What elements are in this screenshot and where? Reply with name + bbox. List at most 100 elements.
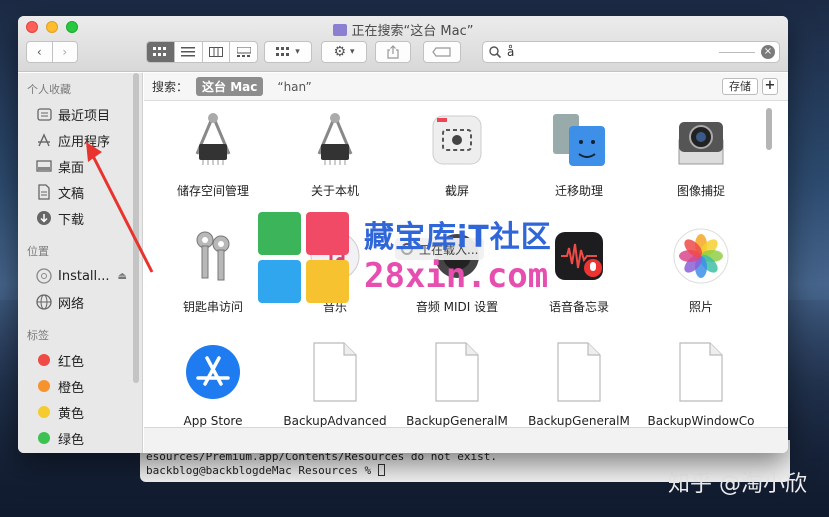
file-item[interactable]: 钥匙串访问 bbox=[152, 218, 274, 334]
sidebar-item-label: 红色 bbox=[58, 354, 85, 370]
save-search-button[interactable]: 存储 bbox=[722, 78, 758, 95]
sidebar-tag-red[interactable]: 红色 bbox=[18, 347, 142, 373]
file-item[interactable]: BackupGeneralM bbox=[396, 334, 518, 427]
file-item[interactable]: 关于本机 bbox=[274, 102, 396, 218]
sidebar-item-label: 黄色 bbox=[58, 406, 85, 422]
sidebar-item-recents[interactable]: 最近项目 bbox=[18, 101, 142, 127]
smart-folder-icon bbox=[332, 24, 347, 36]
search-field[interactable]: å × bbox=[482, 41, 780, 63]
file-item[interactable]: 储存空间管理 bbox=[152, 102, 274, 218]
file-label: 储存空间管理 bbox=[176, 184, 249, 198]
blank-file-icon bbox=[669, 340, 733, 404]
group-by-button[interactable]: ▾ bbox=[264, 41, 312, 63]
tag-dot-icon bbox=[38, 406, 50, 418]
share-button[interactable] bbox=[375, 41, 411, 63]
file-label: 关于本机 bbox=[310, 184, 359, 198]
loading-label: 工在载入... bbox=[419, 242, 479, 257]
sidebar-tag-orange[interactable]: 橙色 bbox=[18, 373, 142, 399]
search-input[interactable]: å bbox=[507, 45, 514, 59]
file-label: 语音备忘录 bbox=[548, 300, 609, 314]
results-grid-area: 储存空间管理 关于本机 截屏 迁移助理 图像捕捉 钥匙串访问 音乐 音频 MID… bbox=[144, 102, 776, 427]
tag-dot-icon bbox=[38, 354, 50, 366]
icon-view-button[interactable] bbox=[147, 42, 175, 62]
sidebar-item-label: 橙色 bbox=[58, 380, 85, 396]
file-label: 迁移助理 bbox=[554, 184, 603, 198]
disk-icon bbox=[36, 268, 52, 284]
storage-management-icon bbox=[181, 108, 245, 172]
file-label: 照片 bbox=[688, 300, 713, 314]
network-icon bbox=[36, 294, 52, 310]
photos-icon bbox=[669, 224, 733, 288]
file-item[interactable]: 截屏 bbox=[396, 102, 518, 218]
file-item[interactable]: 音乐 bbox=[274, 218, 396, 334]
file-item[interactable]: 语音备忘录 bbox=[518, 218, 640, 334]
zhihu-watermark: 知乎 @淘小欣 bbox=[668, 472, 807, 497]
file-label: 图像捕捉 bbox=[676, 184, 725, 198]
file-item[interactable]: 迁移助理 bbox=[518, 102, 640, 218]
about-mac-icon bbox=[303, 108, 367, 172]
gallery-view-icon bbox=[236, 47, 251, 57]
file-item[interactable]: BackupWindowCo bbox=[640, 334, 762, 427]
file-item[interactable]: 图像捕捉 bbox=[640, 102, 762, 218]
list-view-icon bbox=[181, 47, 196, 57]
clock-icon bbox=[36, 106, 52, 122]
gear-icon: ⚙ bbox=[333, 44, 347, 60]
forward-button[interactable]: › bbox=[53, 42, 78, 62]
file-label: BackupGeneralM bbox=[528, 414, 630, 427]
grid-group-icon bbox=[276, 47, 290, 56]
scope-label: 搜索： bbox=[152, 80, 189, 94]
toolbar: ‹ › ▾ ⚙ ▾ å × bbox=[18, 41, 788, 65]
terminal-cursor bbox=[377, 464, 385, 476]
blank-file-icon bbox=[547, 340, 611, 404]
keychain-icon bbox=[181, 224, 245, 288]
nav-buttons: ‹ › bbox=[26, 41, 78, 63]
column-view-button[interactable] bbox=[203, 42, 231, 62]
voice-memos-icon bbox=[547, 224, 611, 288]
download-icon bbox=[36, 210, 52, 226]
sidebar-header-favorites: 个人收藏 bbox=[27, 83, 71, 96]
file-item[interactable]: BackupGeneralM bbox=[518, 334, 640, 427]
blank-file-icon bbox=[425, 340, 489, 404]
desktop-icon bbox=[36, 158, 52, 174]
sidebar-item-network[interactable]: 网络 bbox=[18, 289, 142, 315]
scope-folder-button[interactable]: “han” bbox=[277, 80, 311, 94]
file-item[interactable]: 照片 bbox=[640, 218, 762, 334]
file-label: 音乐 bbox=[322, 300, 347, 314]
file-label: 截屏 bbox=[444, 184, 469, 198]
icon-view-icon bbox=[153, 47, 167, 56]
gallery-view-button[interactable] bbox=[230, 42, 257, 62]
scope-this-mac-button[interactable]: 这台 Mac bbox=[196, 77, 264, 96]
sidebar-tag-blue[interactable]: 蓝色 bbox=[18, 451, 142, 453]
loading-indicator: 工在载入... bbox=[395, 238, 485, 260]
sidebar-tag-yellow[interactable]: 黄色 bbox=[18, 399, 142, 425]
action-button[interactable]: ⚙ ▾ bbox=[321, 41, 367, 63]
blank-file-icon bbox=[303, 340, 367, 404]
chevron-down-icon: ▾ bbox=[350, 47, 355, 57]
file-label: BackupAdvanced bbox=[283, 414, 387, 427]
file-item[interactable]: App Store bbox=[152, 334, 274, 427]
spinner-icon bbox=[401, 243, 413, 255]
content-scrollbar[interactable] bbox=[766, 108, 772, 150]
share-icon bbox=[387, 45, 399, 59]
view-mode-control bbox=[146, 41, 258, 63]
list-view-button[interactable] bbox=[175, 42, 203, 62]
column-view-icon bbox=[208, 47, 223, 57]
file-item[interactable]: BackupAdvanced bbox=[274, 334, 396, 427]
search-slider bbox=[719, 52, 755, 53]
add-criteria-button[interactable]: + bbox=[762, 78, 778, 95]
search-icon bbox=[489, 46, 501, 58]
apps-icon bbox=[36, 132, 52, 148]
file-label: BackupGeneralM bbox=[406, 414, 508, 427]
file-item[interactable]: 音频 MIDI 设置 bbox=[396, 218, 518, 334]
music-icon bbox=[303, 224, 367, 288]
file-label: App Store bbox=[183, 414, 243, 427]
tags-button[interactable] bbox=[423, 41, 461, 63]
sidebar-tag-green[interactable]: 绿色 bbox=[18, 425, 142, 451]
results-grid: 储存空间管理 关于本机 截屏 迁移助理 图像捕捉 钥匙串访问 音乐 音频 MID… bbox=[144, 102, 776, 427]
back-button[interactable]: ‹ bbox=[27, 42, 53, 62]
sidebar-item-label: 网络 bbox=[58, 296, 85, 312]
document-icon bbox=[36, 184, 52, 200]
file-label: 音频 MIDI 设置 bbox=[415, 300, 499, 314]
tag-dot-icon bbox=[38, 432, 50, 444]
clear-search-button[interactable]: × bbox=[761, 45, 775, 59]
